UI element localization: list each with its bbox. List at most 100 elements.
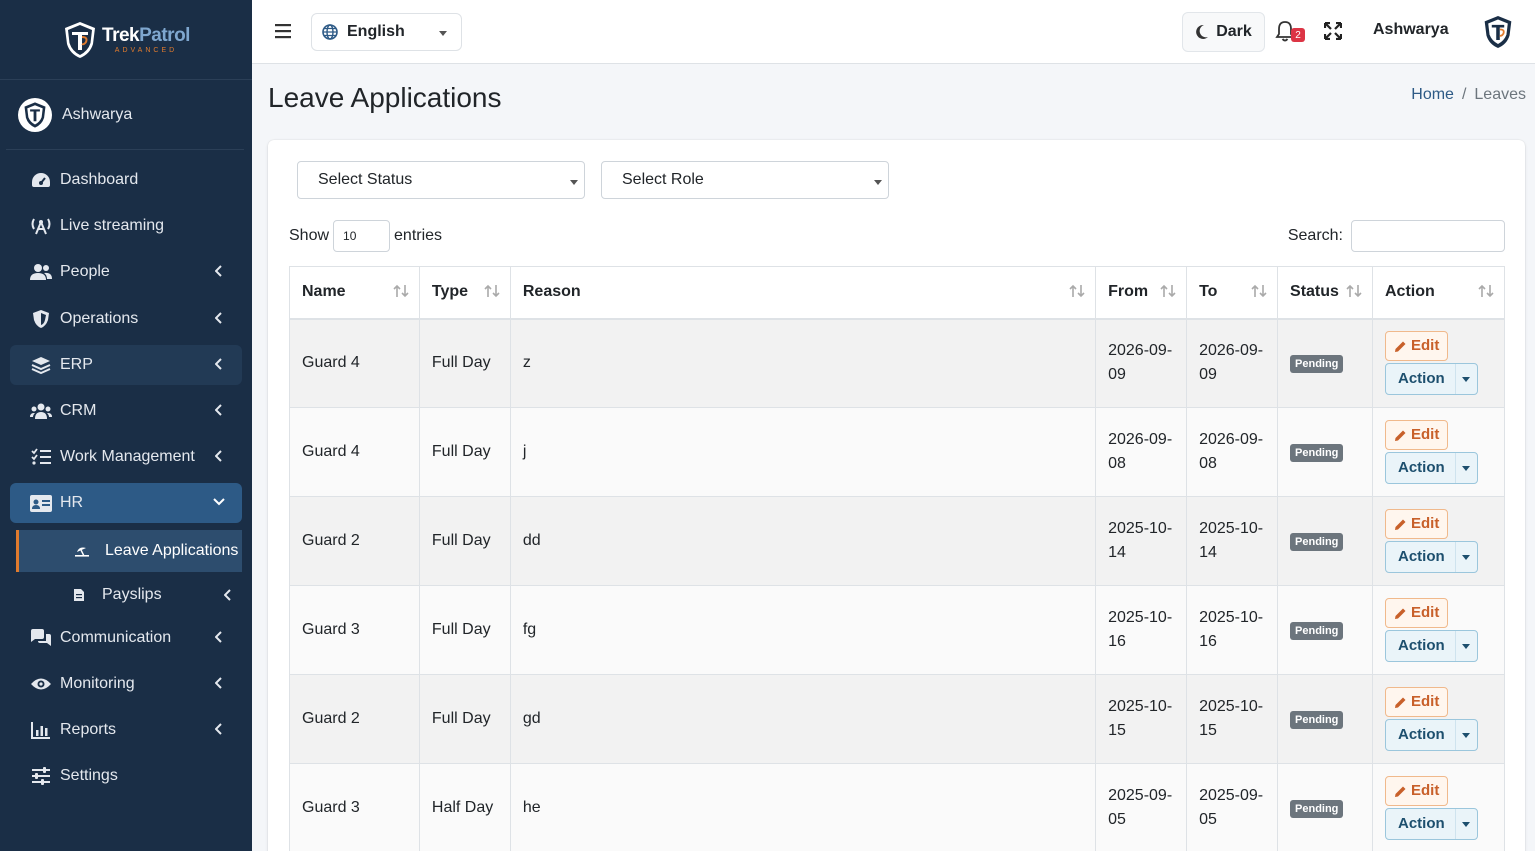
table-body: Guard 4 Full Day z 2026-09- 09 2026-09- 09 Pe… bbox=[289, 318, 1506, 851]
sidebar-item-work-management[interactable]: Work Management bbox=[10, 437, 242, 477]
edit-button[interactable]: Edit bbox=[1384, 509, 1449, 539]
hamburger-menu-icon[interactable] bbox=[274, 22, 292, 40]
pencil-icon bbox=[1394, 519, 1406, 530]
cell-to: 2025-09- 05 bbox=[1186, 763, 1279, 851]
search-input[interactable] bbox=[1351, 220, 1505, 252]
caret-down-icon[interactable] bbox=[1454, 542, 1477, 572]
cell-name: Guard 3 bbox=[289, 585, 420, 675]
cell-name: Guard 3 bbox=[289, 763, 420, 851]
sidebar-subitem-payslips[interactable]: Payslips bbox=[16, 574, 242, 616]
sidebar-item-label: Communication bbox=[60, 628, 172, 646]
cell-to: 2025-10- 16 bbox=[1186, 585, 1279, 675]
edit-button[interactable]: Edit bbox=[1384, 420, 1449, 450]
action-dropdown-button[interactable]: Action bbox=[1384, 452, 1478, 484]
action-dropdown-button[interactable]: Action bbox=[1384, 630, 1478, 662]
cell-reason: he bbox=[509, 763, 1097, 851]
sidebar-item-reports[interactable]: Reports bbox=[10, 710, 242, 750]
language-value: English bbox=[347, 23, 405, 40]
caret-down-icon[interactable] bbox=[1454, 453, 1477, 483]
cell-from: 2026-09- 08 bbox=[1095, 407, 1188, 497]
sidebar-item-label: CRM bbox=[60, 401, 97, 419]
sidebar-item-hr[interactable]: HR bbox=[10, 483, 242, 524]
role-filter-select[interactable]: Select Role bbox=[601, 161, 889, 199]
pencil-icon bbox=[1394, 341, 1406, 352]
edit-button[interactable]: Edit bbox=[1384, 687, 1449, 717]
cell-to: 2025-10- 15 bbox=[1186, 674, 1279, 764]
caret-down-icon[interactable] bbox=[1454, 631, 1477, 661]
column-header-to[interactable]: To bbox=[1186, 266, 1279, 320]
caret-down-icon bbox=[439, 31, 447, 36]
table-row: Guard 2 Full Day gd 2025-10- 15 2025-10- 15 P… bbox=[289, 674, 1506, 764]
caret-down-icon[interactable] bbox=[1454, 720, 1477, 750]
status-badge: Pending bbox=[1290, 444, 1344, 462]
sidebar-item-settings[interactable]: Settings bbox=[10, 756, 242, 796]
role-filter-placeholder: Select Role bbox=[622, 171, 704, 188]
edit-button[interactable]: Edit bbox=[1384, 776, 1449, 806]
table-row: Guard 3 Full Day fg 2025-10- 16 2025-10- 16 P… bbox=[289, 585, 1506, 675]
chevron-left-icon bbox=[212, 403, 226, 417]
sidebar-user-panel[interactable]: Ashwarya bbox=[6, 80, 244, 150]
column-header-name[interactable]: Name bbox=[289, 266, 420, 320]
sidebar-item-people[interactable]: People bbox=[10, 252, 242, 292]
table-row: Guard 4 Full Day j 2026-09- 08 2026-09- 08 Pe… bbox=[289, 407, 1506, 497]
fullscreen-icon[interactable] bbox=[1324, 22, 1342, 40]
cell-type: Half Day bbox=[418, 763, 511, 851]
cell-action: Edit Action bbox=[1371, 763, 1506, 851]
status-filter-select[interactable]: Select Status bbox=[297, 161, 585, 199]
edit-label: Edit bbox=[1410, 515, 1440, 532]
pencil-icon bbox=[1394, 697, 1406, 708]
action-dropdown-button[interactable]: Action bbox=[1384, 719, 1478, 751]
column-header-from[interactable]: From bbox=[1095, 266, 1188, 320]
edit-label: Edit bbox=[1410, 426, 1440, 443]
breadcrumb-separator: / bbox=[1461, 86, 1467, 103]
chevron-left-icon bbox=[212, 722, 226, 736]
column-header-status[interactable]: Status bbox=[1277, 266, 1373, 320]
entries-label: entries bbox=[394, 227, 443, 244]
column-header-action[interactable]: Action bbox=[1371, 266, 1506, 320]
cell-type: Full Day bbox=[418, 585, 511, 675]
cell-from: 2025-09- 05 bbox=[1095, 763, 1188, 851]
column-header-type[interactable]: Type bbox=[418, 266, 511, 320]
sidebar-item-communication[interactable]: Communication bbox=[10, 618, 242, 658]
brand-logo[interactable]: TrekPatrol ADVANCED bbox=[62, 20, 190, 60]
status-badge: Pending bbox=[1290, 711, 1344, 729]
topbar-user-name[interactable]: Ashwarya bbox=[1373, 21, 1449, 39]
language-select[interactable]: English bbox=[311, 13, 462, 51]
caret-down-icon[interactable] bbox=[1454, 809, 1477, 839]
sidebar-item-erp[interactable]: ERP bbox=[10, 344, 242, 385]
column-header-reason[interactable]: Reason bbox=[509, 266, 1097, 320]
leave-applications-card: Select Status Select Role Show 10 entrie… bbox=[268, 140, 1525, 851]
sidebar-item-monitoring[interactable]: Monitoring bbox=[10, 664, 242, 704]
cell-type: Full Day bbox=[418, 318, 511, 408]
users-group-icon bbox=[30, 401, 52, 421]
sidebar-item-crm[interactable]: CRM bbox=[10, 391, 242, 431]
sidebar-item-label: Settings bbox=[60, 767, 118, 785]
leave-applications-table: Name Type Reason From To Status Action G… bbox=[289, 266, 1506, 851]
dark-mode-toggle[interactable]: Dark bbox=[1182, 12, 1265, 52]
breadcrumb-home-link[interactable]: Home bbox=[1411, 86, 1454, 104]
cell-to: 2026-09- 09 bbox=[1186, 318, 1279, 408]
edit-button[interactable]: Edit bbox=[1384, 331, 1449, 362]
sidebar-item-live-streaming[interactable]: Live streaming bbox=[10, 206, 242, 246]
broadcast-tower-icon bbox=[30, 216, 52, 236]
sort-icon bbox=[1478, 284, 1494, 298]
sidebar-item-operations[interactable]: Operations bbox=[10, 299, 242, 339]
gauge-icon bbox=[30, 170, 52, 190]
brand[interactable]: TrekPatrol ADVANCED bbox=[0, 0, 252, 80]
bar-chart-icon bbox=[30, 720, 52, 740]
caret-down-icon bbox=[570, 180, 578, 185]
sidebar-item-dashboard[interactable]: Dashboard bbox=[10, 160, 242, 200]
entries-length-select[interactable]: 10 bbox=[333, 220, 391, 252]
status-filter-placeholder: Select Status bbox=[318, 171, 413, 188]
cell-action: Edit Action bbox=[1371, 674, 1506, 764]
caret-down-icon bbox=[874, 180, 882, 185]
cell-from: 2025-10- 16 bbox=[1095, 585, 1188, 675]
status-badge: Pending bbox=[1290, 800, 1344, 818]
edit-button[interactable]: Edit bbox=[1384, 598, 1449, 628]
caret-down-icon[interactable] bbox=[1454, 364, 1477, 395]
shield-logo-icon[interactable] bbox=[1482, 14, 1514, 50]
action-dropdown-button[interactable]: Action bbox=[1384, 808, 1478, 840]
action-dropdown-button[interactable]: Action bbox=[1384, 363, 1478, 396]
action-dropdown-button[interactable]: Action bbox=[1384, 541, 1478, 573]
sidebar-subitem-leave-applications[interactable]: Leave Applications bbox=[16, 529, 242, 572]
